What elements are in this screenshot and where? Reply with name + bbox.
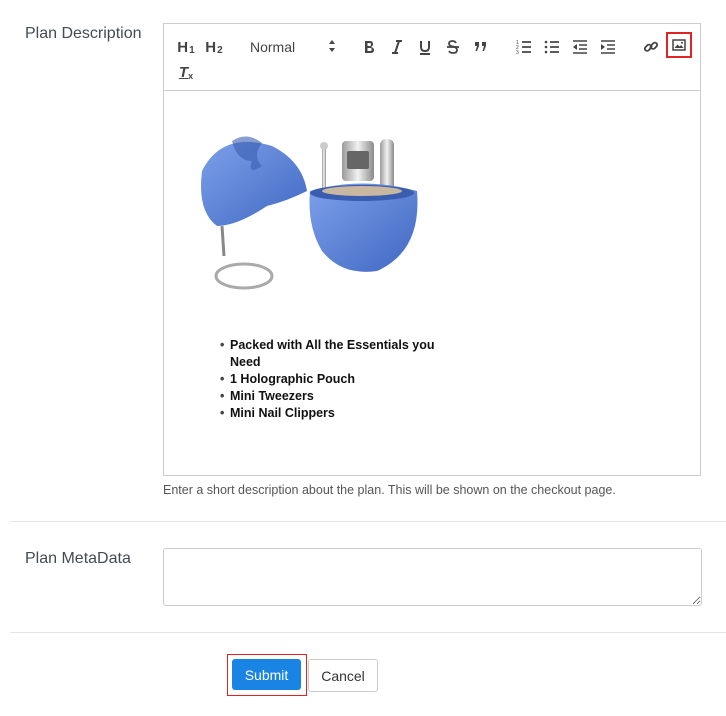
rich-text-editor[interactable]: H1 H2 Normal 123 T x • Packed with All t… [163, 23, 701, 476]
indent-button[interactable] [598, 36, 618, 58]
submit-highlight: Submit [227, 654, 307, 696]
heading-1-button[interactable]: H1 [176, 36, 196, 58]
submit-button[interactable]: Submit [232, 659, 301, 690]
list-item: Mini Tweezers [220, 388, 440, 405]
link-button[interactable] [641, 36, 661, 58]
underline-icon [420, 40, 430, 55]
font-size-select[interactable]: Normal [250, 36, 338, 58]
outdent-button[interactable] [570, 36, 590, 58]
svg-text:3: 3 [516, 50, 519, 54]
bullet-list-button[interactable] [542, 36, 562, 58]
plan-metadata-input[interactable] [163, 548, 702, 606]
ordered-list-icon: 123 [516, 40, 531, 54]
list-item: Mini Nail Clippers [220, 405, 440, 422]
blockquote-button[interactable] [472, 36, 490, 58]
editor-content-area[interactable]: Packed with All the Essentials you Need … [164, 91, 700, 475]
list-item: Packed with All the Essentials you Need [220, 337, 440, 371]
outdent-icon [573, 40, 587, 54]
italic-icon [392, 40, 402, 54]
ordered-list-button[interactable]: 123 [514, 36, 534, 58]
italic-button[interactable] [388, 36, 406, 58]
strikethrough-button[interactable] [444, 36, 462, 58]
underline-button[interactable] [416, 36, 434, 58]
strikethrough-icon [447, 40, 459, 54]
divider [10, 632, 726, 633]
select-arrows-icon [328, 39, 336, 53]
heading-2-button[interactable]: H2 [204, 36, 224, 58]
bold-button[interactable] [360, 36, 378, 58]
link-icon [643, 41, 659, 52]
clear-format-x-icon: x [188, 71, 194, 81]
image-icon [672, 39, 686, 51]
bold-icon [365, 41, 374, 53]
divider [10, 521, 726, 522]
description-bullet-list: Packed with All the Essentials you Need … [220, 337, 440, 422]
plan-description-help-text: Enter a short description about the plan… [163, 483, 616, 497]
editor-toolbar: H1 H2 Normal 123 T x [164, 24, 700, 91]
product-image [201, 136, 418, 290]
plan-description-label: Plan Description [25, 25, 142, 42]
cancel-button[interactable]: Cancel [308, 659, 378, 692]
list-item: 1 Holographic Pouch [220, 371, 440, 388]
indent-icon [601, 40, 615, 54]
plan-metadata-label: Plan MetaData [25, 550, 131, 567]
image-button[interactable] [666, 32, 692, 58]
quote-icon [475, 42, 486, 51]
bullet-list-icon [544, 40, 559, 54]
clear-format-button[interactable]: T x [176, 61, 196, 83]
